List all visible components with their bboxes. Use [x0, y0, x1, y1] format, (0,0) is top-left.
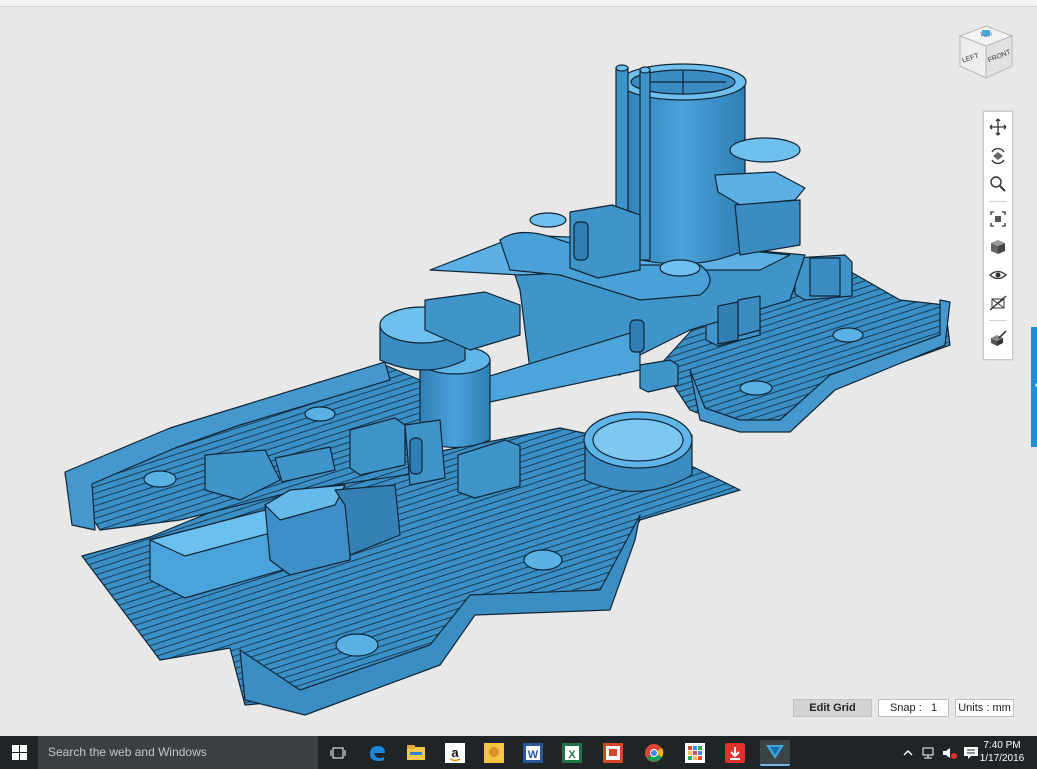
hide-icon[interactable]: [987, 292, 1009, 314]
toolbar-divider: [989, 201, 1007, 202]
material-icon[interactable]: [987, 328, 1009, 350]
toolbar-divider: [989, 320, 1007, 321]
visibility-icon[interactable]: [987, 264, 1009, 286]
taskbar-clock[interactable]: 7:40 PM 1/17/2016: [976, 739, 1028, 765]
excel-icon[interactable]: X: [559, 740, 585, 766]
orbit-icon[interactable]: [987, 145, 1009, 167]
snap-dropdown[interactable]: Snap : 1: [878, 699, 949, 717]
view-cube-icon[interactable]: [987, 236, 1009, 258]
amazon-icon[interactable]: a: [442, 740, 468, 766]
svg-text:X: X: [568, 749, 576, 761]
edge-icon[interactable]: [364, 740, 390, 766]
network-icon[interactable]: [921, 746, 937, 760]
fit-all-icon[interactable]: [987, 208, 1009, 230]
system-tray: [902, 736, 979, 769]
svg-text:a: a: [451, 745, 459, 760]
chrome-icon[interactable]: [641, 740, 667, 766]
word-icon[interactable]: W: [520, 740, 546, 766]
sticky-icon[interactable]: [481, 740, 507, 766]
view-cube[interactable]: TOP LEFT FRONT: [956, 22, 1016, 82]
windows-taskbar: Search the web and Windows a W X 7:40 PM…: [0, 736, 1037, 769]
pan-icon[interactable]: [987, 116, 1009, 138]
start-button[interactable]: [0, 736, 38, 769]
svg-text:W: W: [528, 749, 539, 761]
search-placeholder: Search the web and Windows: [48, 745, 207, 759]
units-label: Units: [958, 702, 984, 714]
units-value: mm: [992, 702, 1011, 714]
file-explorer-icon[interactable]: [403, 740, 429, 766]
powerpoint-icon[interactable]: [600, 740, 626, 766]
taskbar-search-box[interactable]: Search the web and Windows: [38, 736, 318, 769]
edit-grid-button[interactable]: Edit Grid: [793, 699, 872, 717]
store-apps-icon[interactable]: [682, 740, 708, 766]
units-dropdown[interactable]: Units : mm: [955, 699, 1014, 717]
task-view-icon[interactable]: [325, 740, 351, 766]
3d-viewport[interactable]: [0, 7, 1037, 736]
snap-label: Snap: [889, 702, 916, 714]
units-separator: :: [986, 702, 990, 714]
side-panel-tab[interactable]: [1031, 327, 1037, 447]
windows-logo-icon: [11, 745, 27, 760]
clock-date: 1/17/2016: [979, 753, 1025, 764]
chevron-up-icon[interactable]: [902, 747, 914, 759]
meshmixer-icon[interactable]: [760, 740, 790, 766]
download-icon[interactable]: [722, 740, 748, 766]
view-toolbar: [983, 111, 1013, 360]
edit-grid-label: Edit Grid: [809, 702, 856, 714]
ship-superstructure-model[interactable]: [0, 7, 1037, 736]
window-top-edge: [0, 0, 1037, 7]
snap-separator: :: [918, 702, 922, 714]
clock-time: 7:40 PM: [983, 740, 1021, 751]
zoom-icon[interactable]: [987, 173, 1009, 195]
view-cube-icon: TOP LEFT FRONT: [958, 25, 1014, 79]
snap-value: 1: [930, 702, 938, 714]
volume-muted-icon[interactable]: [941, 746, 957, 760]
